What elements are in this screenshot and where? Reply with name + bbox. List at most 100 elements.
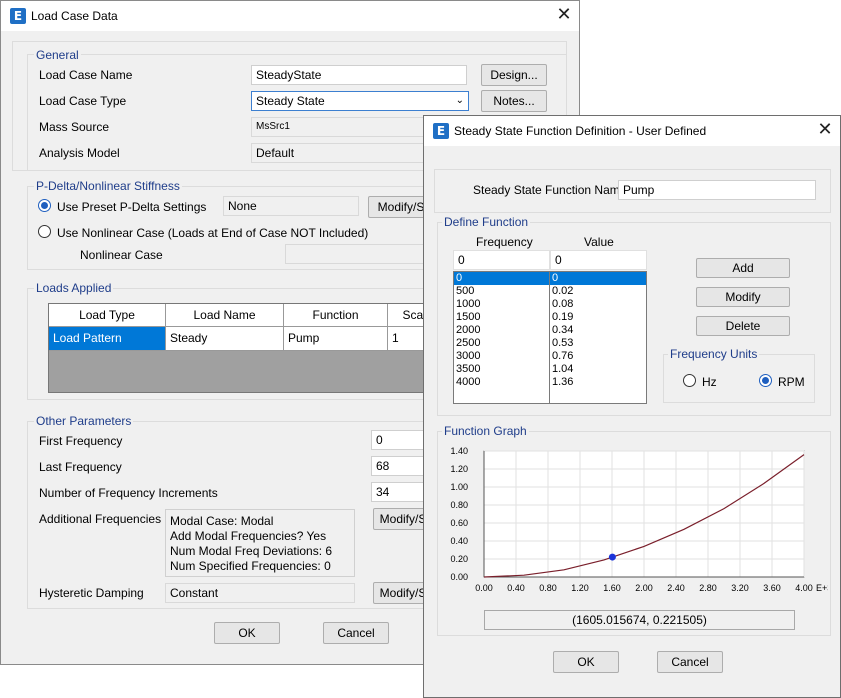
mass-source-label: Mass Source — [39, 120, 110, 134]
load-case-type-value: Steady State — [256, 94, 325, 108]
window-title: Load Case Data — [31, 9, 118, 23]
info-line: Modal Case: Modal — [170, 514, 274, 528]
cell-load-type[interactable]: Load Pattern — [49, 327, 166, 351]
function-graph[interactable]: 0.00 0.40 0.80 1.20 1.60 2.00 2.40 2.80 3.20 3.60… — [440, 441, 828, 599]
notes-button[interactable]: Notes... — [481, 90, 547, 112]
coordinate-readout: (1605.015674, 0.221505) — [484, 610, 795, 630]
value-list-item[interactable]: 1.04 — [550, 363, 646, 376]
x-tick-label: 3.60 — [763, 583, 781, 593]
delete-button[interactable]: Delete — [696, 316, 790, 336]
frequency-list-item[interactable]: 1500 — [454, 311, 549, 324]
x-tick-label: 4.00 — [795, 583, 813, 593]
load-case-type-select[interactable]: Steady State ⌄ — [251, 91, 469, 111]
mass-source-field[interactable]: MsSrc1 — [251, 117, 431, 137]
cancel-button[interactable]: Cancel — [657, 651, 723, 673]
value-list-item[interactable]: 0.53 — [550, 337, 646, 350]
nonlinear-case-radio[interactable] — [38, 225, 51, 238]
analysis-model-field[interactable]: Default — [251, 143, 431, 163]
y-tick-label: 0.80 — [450, 500, 468, 510]
info-line: Num Specified Frequencies: 0 — [170, 559, 331, 573]
x-tick-label: 0.40 — [507, 583, 525, 593]
x-tick-label: 2.40 — [667, 583, 685, 593]
value-input[interactable]: 0 — [550, 250, 647, 270]
frequency-units-title: Frequency Units — [668, 347, 760, 361]
x-tick-label: 1.60 — [603, 583, 621, 593]
value-list-item[interactable]: 0.76 — [550, 350, 646, 363]
x-tick-label: 0.80 — [539, 583, 557, 593]
preset-pdelta-value: None — [223, 196, 359, 216]
other-params-title: Other Parameters — [34, 414, 134, 428]
value-list-item[interactable]: 0 — [550, 272, 646, 285]
value-header: Value — [584, 235, 614, 249]
x-tick-label: 1.20 — [571, 583, 589, 593]
value-list-item[interactable]: 0.02 — [550, 285, 646, 298]
general-title: General — [34, 48, 81, 62]
preset-pdelta-label: Use Preset P-Delta Settings — [57, 200, 207, 214]
first-frequency-input[interactable]: 0 — [371, 430, 431, 450]
header-function: Function — [284, 304, 388, 327]
frequency-list-item[interactable]: 3500 — [454, 363, 549, 376]
frequency-list-item[interactable]: 2000 — [454, 324, 549, 337]
frequency-input[interactable]: 0 — [453, 250, 550, 270]
frequency-column: 0 500 1000 1500 2000 2500 3000 3500 4000 — [454, 272, 550, 403]
frequency-list-item[interactable]: 3000 — [454, 350, 549, 363]
load-case-type-label: Load Case Type — [39, 94, 127, 108]
frequency-list-item[interactable]: 500 — [454, 285, 549, 298]
value-list-item[interactable]: 0.34 — [550, 324, 646, 337]
header-load-name: Load Name — [166, 304, 284, 327]
value-column: 0 0.02 0.08 0.19 0.34 0.53 0.76 1.04 1.36 — [550, 272, 646, 403]
y-tick-label: 1.40 — [450, 446, 468, 456]
ok-button[interactable]: OK — [553, 651, 619, 673]
rpm-label: RPM — [778, 375, 805, 389]
modify-button[interactable]: Modify — [696, 287, 790, 307]
function-list[interactable]: 0 500 1000 1500 2000 2500 3000 3500 4000 0 0.02 0.… — [453, 271, 647, 404]
define-function-title: Define Function — [442, 215, 531, 229]
y-tick-label: 0.00 — [450, 572, 468, 582]
close-icon[interactable]: ✕ — [815, 121, 835, 141]
y-tick-label: 0.20 — [450, 554, 468, 564]
cursor-marker — [608, 553, 616, 561]
window-title: Steady State Function Definition - User … — [454, 124, 707, 138]
y-tick-label: 0.60 — [450, 518, 468, 528]
add-button[interactable]: Add — [696, 258, 790, 278]
hz-label: Hz — [702, 375, 717, 389]
title-bar: E Load Case Data ✕ — [1, 1, 579, 31]
ok-button[interactable]: OK — [214, 622, 280, 644]
frequency-list-item[interactable]: 1000 — [454, 298, 549, 311]
value-list-item[interactable]: 1.36 — [550, 376, 646, 389]
frequency-list-item[interactable]: 2500 — [454, 337, 549, 350]
hysteretic-damping-value: Constant — [165, 583, 355, 603]
chevron-down-icon[interactable]: ⌄ — [456, 92, 464, 110]
close-icon[interactable]: ✕ — [554, 6, 574, 26]
pdelta-title: P-Delta/Nonlinear Stiffness — [34, 179, 182, 193]
x-tick-label: 2.00 — [635, 583, 653, 593]
frequency-list-item[interactable]: 0 — [454, 272, 549, 285]
hz-radio[interactable] — [683, 374, 696, 387]
header-load-type: Load Type — [49, 304, 166, 327]
value-list-item[interactable]: 0.19 — [550, 311, 646, 324]
function-name-input[interactable]: Pump — [618, 180, 816, 200]
title-bar: E Steady State Function Definition - Use… — [424, 116, 840, 146]
additional-frequencies-label: Additional Frequencies — [39, 512, 162, 526]
rpm-radio[interactable] — [759, 374, 772, 387]
y-tick-label: 1.20 — [450, 464, 468, 474]
load-case-name-input[interactable]: SteadyState — [251, 65, 467, 85]
x-tick-label: 3.20 — [731, 583, 749, 593]
analysis-model-label: Analysis Model — [39, 146, 120, 160]
freq-increments-input[interactable]: 34 — [371, 482, 431, 502]
x-tick-label: 0.00 — [475, 583, 493, 593]
app-icon: E — [433, 123, 449, 139]
cell-load-name[interactable]: Steady — [166, 327, 284, 351]
value-list-item[interactable]: 0.08 — [550, 298, 646, 311]
x-tick-label: 2.80 — [699, 583, 717, 593]
last-frequency-input[interactable]: 68 — [371, 456, 431, 476]
cancel-button[interactable]: Cancel — [323, 622, 389, 644]
design-button[interactable]: Design... — [481, 64, 547, 86]
app-icon: E — [10, 8, 26, 24]
frequency-list-item[interactable]: 4000 — [454, 376, 549, 389]
nonlinear-case-label: Nonlinear Case — [80, 248, 163, 262]
preset-pdelta-radio[interactable] — [38, 199, 51, 212]
x-multiplier-label: E+3 — [816, 583, 828, 593]
cell-function[interactable]: Pump — [284, 327, 388, 351]
info-line: Add Modal Frequencies? Yes — [170, 529, 327, 543]
